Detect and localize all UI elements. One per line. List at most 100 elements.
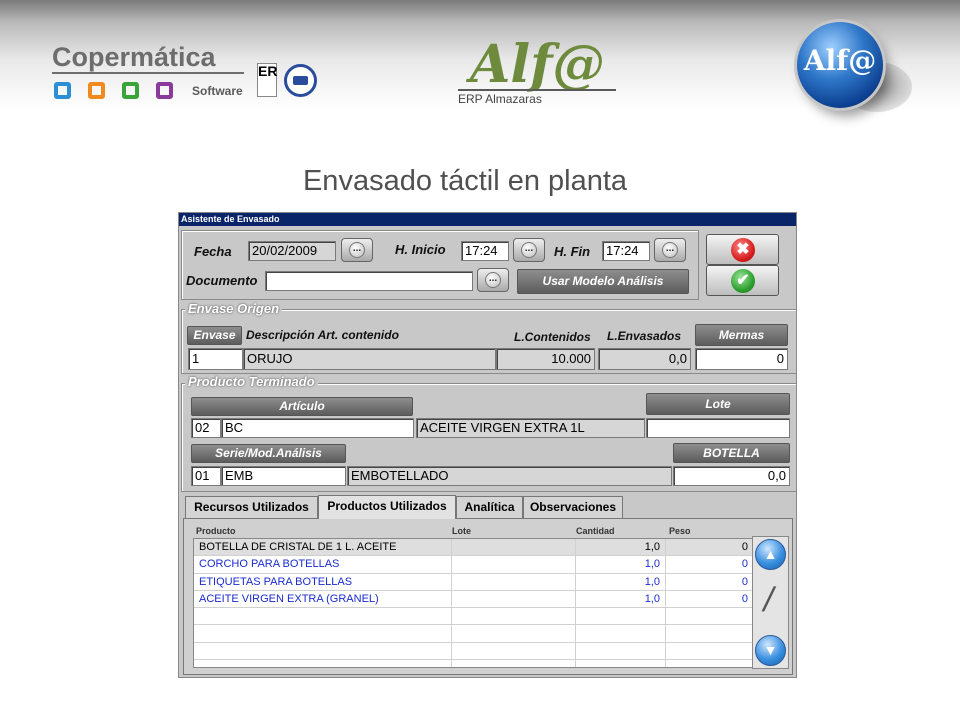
tab-analitica[interactable]: Analítica (456, 496, 523, 518)
alfa-logo-line (458, 89, 616, 91)
table-row[interactable] (194, 642, 752, 661)
edit-button[interactable]: / (754, 573, 787, 629)
table-row[interactable]: CORCHO PARA BOTELLAS 1,0 0 (194, 556, 752, 574)
descripcion-header: Descripción Art. contenido (246, 328, 399, 342)
cell-producto (194, 660, 452, 667)
cancel-button[interactable]: ✖ (706, 234, 779, 265)
column-header-cantidad: Cantidad (576, 526, 615, 536)
arrow-down-icon: ▼ (763, 642, 778, 658)
scroll-down-button[interactable]: ▼ (755, 635, 786, 666)
lote-header[interactable]: Lote (646, 393, 790, 415)
tab-productos-utilizados[interactable]: Productos Utilizados (318, 495, 456, 519)
cell-lote (452, 590, 576, 608)
serie-ref-field[interactable]: EMB (221, 466, 346, 486)
hinicio-label: H. Inicio (395, 242, 446, 257)
column-header-peso: Peso (669, 526, 691, 536)
cell-lote (452, 573, 576, 590)
cell-peso (666, 660, 752, 667)
fecha-picker-button[interactable]: ... (341, 238, 373, 262)
cell-lote (452, 660, 576, 667)
lcontenidos-field: 10.000 (496, 348, 595, 370)
alfa-sphere-logo: Alf@ (797, 22, 883, 108)
cell-producto (194, 608, 452, 625)
orange-square-icon (88, 82, 105, 99)
green-square-icon (122, 82, 139, 99)
serie-desc-field: EMBOTELLADO (347, 466, 672, 486)
cell-peso: 0 (666, 591, 752, 607)
cell-producto: CORCHO PARA BOTELLAS (194, 556, 452, 573)
mermas-header[interactable]: Mermas (695, 324, 788, 346)
cell-producto (194, 642, 452, 660)
cell-cantidad: 1,0 (576, 539, 666, 556)
tab-observaciones[interactable]: Observaciones (523, 496, 623, 518)
software-label: Software (192, 84, 243, 98)
close-icon: ✖ (731, 238, 755, 262)
page-title: Envasado táctil en planta (302, 165, 628, 197)
cell-cantidad (576, 625, 666, 642)
blue-square-icon (54, 82, 71, 99)
cell-cantidad: 1,0 (576, 556, 666, 573)
ellipsis-icon: ... (521, 242, 537, 258)
table-row[interactable]: ETIQUETAS PARA BOTELLAS 1,0 0 (194, 573, 752, 591)
purple-square-icon (156, 82, 173, 99)
cell-lote (452, 608, 576, 625)
window-titlebar: Asistente de Envasado (179, 213, 796, 226)
hfin-field[interactable]: 17:24 (602, 241, 650, 261)
cell-cantidad: 1,0 (576, 573, 666, 590)
ellipsis-icon: ... (485, 272, 501, 288)
usar-modelo-analisis-button[interactable]: Usar Modelo Análisis (517, 269, 689, 294)
hinicio-picker-button[interactable]: ... (513, 238, 545, 262)
articulo-ref-field[interactable]: BC (221, 418, 414, 438)
hinicio-field[interactable]: 17:24 (461, 241, 509, 261)
producto-terminado-title: Producto Terminado (185, 374, 318, 389)
serie-header[interactable]: Serie/Mod.Análisis (191, 444, 346, 463)
cell-producto: BOTELLA DE CRISTAL DE 1 L. ACEITE (194, 539, 452, 556)
column-header-producto: Producto (196, 526, 236, 536)
cell-lote (452, 625, 576, 642)
cell-peso (666, 625, 752, 641)
cell-lote (452, 642, 576, 660)
alfa-logo: Alf@ (470, 34, 605, 95)
cell-peso: 0 (666, 574, 752, 590)
envase-header[interactable]: Envase (187, 326, 242, 345)
accept-button[interactable]: ✔ (706, 265, 779, 296)
table-row[interactable] (194, 625, 752, 643)
envase-field[interactable]: 1 (188, 348, 243, 370)
table-row[interactable]: ACEITE VIRGEN EXTRA (GRANEL) 1,0 0 (194, 590, 752, 609)
cell-cantidad (576, 660, 666, 667)
cell-cantidad: 1,0 (576, 590, 666, 608)
scroll-up-button[interactable]: ▲ (755, 539, 786, 570)
botella-header[interactable]: BOTELLA (673, 443, 790, 463)
documento-label: Documento (186, 273, 258, 288)
cell-cantidad (576, 642, 666, 660)
cell-producto (194, 625, 452, 642)
ellipsis-icon: ... (662, 242, 678, 258)
table-row[interactable] (194, 660, 752, 667)
table-row[interactable]: BOTELLA DE CRISTAL DE 1 L. ACEITE 1,0 0 (194, 539, 752, 557)
tab-recursos-utilizados[interactable]: Recursos Utilizados (185, 496, 318, 518)
serie-code-field[interactable]: 01 (191, 466, 221, 486)
fecha-field[interactable]: 20/02/2009 (248, 241, 336, 261)
cell-lote (452, 539, 576, 556)
aenor-cert-icon: ER (257, 63, 277, 97)
hfin-picker-button[interactable]: ... (654, 238, 686, 262)
botella-field[interactable]: 0,0 (673, 466, 790, 486)
packaging-wizard-window: Asistente de Envasado Fecha 20/02/2009 .… (178, 212, 797, 678)
table-row[interactable] (194, 608, 752, 626)
check-icon: ✔ (731, 269, 755, 293)
articulo-header[interactable]: Artículo (191, 397, 413, 416)
grid-side-controls: ▲ / ▼ (752, 536, 789, 669)
fecha-label: Fecha (194, 244, 232, 259)
articulo-code-field[interactable]: 02 (191, 418, 221, 438)
cell-lote (452, 556, 576, 573)
lenvasados-header: L.Envasados (607, 329, 682, 343)
cell-producto: ETIQUETAS PARA BOTELLAS (194, 573, 452, 590)
cell-peso (666, 643, 752, 659)
cell-peso (666, 608, 752, 624)
descripcion-field: ORUJO (243, 348, 496, 370)
documento-picker-button[interactable]: ... (477, 268, 509, 292)
arrow-up-icon: ▲ (763, 546, 778, 562)
lote-field[interactable] (646, 418, 790, 438)
mermas-field[interactable]: 0 (695, 348, 788, 370)
documento-field[interactable] (265, 271, 473, 291)
